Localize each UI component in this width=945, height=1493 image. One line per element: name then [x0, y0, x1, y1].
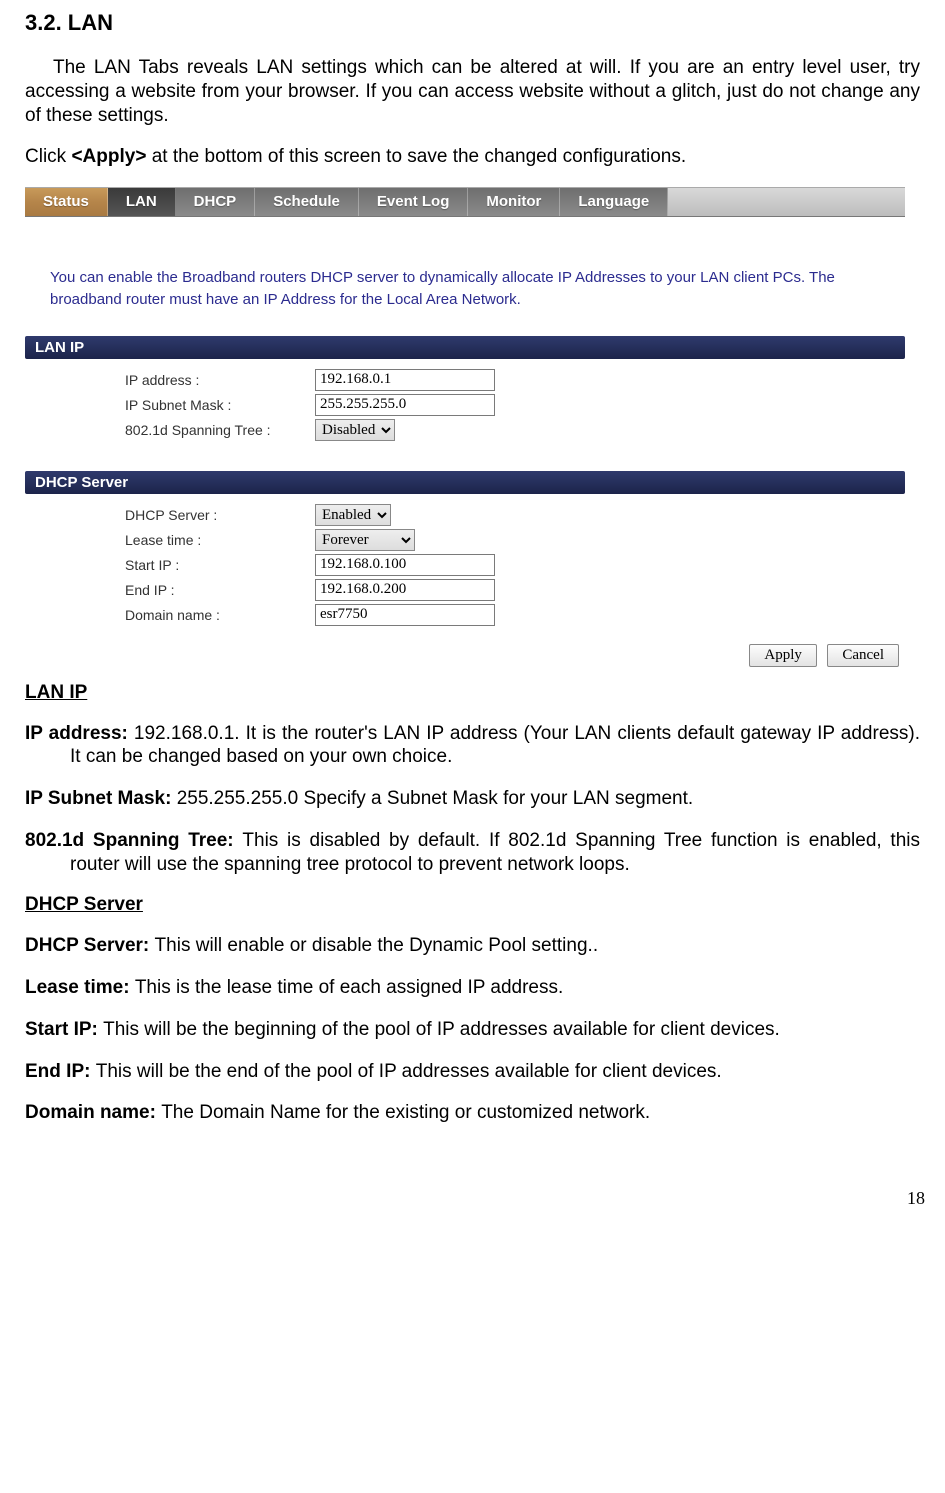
- apply-post: at the bottom of this screen to save the…: [146, 146, 686, 167]
- apply-pre: Click: [25, 146, 71, 167]
- apply-instruction: Click <Apply> at the bottom of this scre…: [25, 145, 920, 169]
- desc-dom-label: Domain name:: [25, 1102, 161, 1123]
- select-spanning-tree[interactable]: Disabled: [315, 419, 395, 441]
- tab-status[interactable]: Status: [25, 188, 108, 216]
- router-screenshot: Status LAN DHCP Schedule Event Log Monit…: [25, 187, 905, 667]
- desc-ip-text: 192.168.0.1. It is the router's LAN IP a…: [70, 723, 920, 768]
- panel-description: You can enable the Broadband routers DHC…: [25, 217, 905, 331]
- label-dhcp-server: DHCP Server :: [125, 507, 315, 523]
- label-domain-name: Domain name :: [125, 607, 315, 623]
- input-start-ip[interactable]: [315, 554, 495, 576]
- row-end-ip: End IP :: [25, 579, 905, 601]
- intro-paragraph: The LAN Tabs reveals LAN settings which …: [25, 56, 920, 127]
- label-end-ip: End IP :: [125, 582, 315, 598]
- row-spanning-tree: 802.1d Spanning Tree : Disabled: [25, 419, 905, 441]
- cancel-button[interactable]: Cancel: [827, 644, 899, 667]
- tab-bar: Status LAN DHCP Schedule Event Log Monit…: [25, 187, 905, 217]
- desc-end-ip: End IP: This will be the end of the pool…: [25, 1060, 920, 1084]
- desc-dhcp-server: DHCP Server: This will enable or disable…: [25, 934, 920, 958]
- input-ip-address[interactable]: [315, 369, 495, 391]
- desc-spanning-tree: 802.1d Spanning Tree: This is disabled b…: [25, 829, 920, 877]
- section-heading: 3.2. LAN: [25, 10, 920, 36]
- apply-bold: <Apply>: [71, 146, 146, 167]
- row-lease-time: Lease time : Forever: [25, 529, 905, 551]
- desc-stp-label: 802.1d Spanning Tree:: [25, 830, 242, 851]
- tab-schedule[interactable]: Schedule: [255, 188, 359, 216]
- input-domain-name[interactable]: [315, 604, 495, 626]
- label-spanning-tree: 802.1d Spanning Tree :: [125, 422, 315, 438]
- tab-language[interactable]: Language: [560, 188, 668, 216]
- select-lease-time[interactable]: Forever: [315, 529, 415, 551]
- select-dhcp-server[interactable]: Enabled: [315, 504, 391, 526]
- label-start-ip: Start IP :: [125, 557, 315, 573]
- desc-lease-time: Lease time: This is the lease time of ea…: [25, 976, 920, 1000]
- label-subnet-mask: IP Subnet Mask :: [125, 397, 315, 413]
- intro-text: The LAN Tabs reveals LAN settings which …: [25, 57, 920, 126]
- desc-mask-text: 255.255.255.0 Specify a Subnet Mask for …: [177, 788, 693, 809]
- row-dhcp-server: DHCP Server : Enabled: [25, 504, 905, 526]
- input-subnet-mask[interactable]: [315, 394, 495, 416]
- tab-monitor[interactable]: Monitor: [468, 188, 560, 216]
- label-ip-address: IP address :: [125, 372, 315, 388]
- desc-lease-label: Lease time:: [25, 977, 135, 998]
- desc-srv-text: This will enable or disable the Dynamic …: [155, 935, 599, 956]
- desc-start-ip: Start IP: This will be the beginning of …: [25, 1018, 920, 1042]
- desc-ip-label: IP address:: [25, 723, 134, 744]
- label-lease-time: Lease time :: [125, 532, 315, 548]
- row-subnet-mask: IP Subnet Mask :: [25, 394, 905, 416]
- tab-eventlog[interactable]: Event Log: [359, 188, 469, 216]
- desc-srv-label: DHCP Server:: [25, 935, 155, 956]
- desc-lease-text: This is the lease time of each assigned …: [135, 977, 563, 998]
- desc-subnet-mask: IP Subnet Mask: 255.255.255.0 Specify a …: [25, 787, 920, 811]
- desc-eip-text: This will be the end of the pool of IP a…: [96, 1061, 722, 1082]
- apply-button[interactable]: Apply: [749, 644, 817, 667]
- tab-dhcp[interactable]: DHCP: [176, 188, 256, 216]
- page-number: 18: [0, 1163, 945, 1209]
- desc-domain-name: Domain name: The Domain Name for the exi…: [25, 1101, 920, 1125]
- button-row: Apply Cancel: [25, 644, 905, 667]
- desc-sip-text: This will be the beginning of the pool o…: [103, 1019, 780, 1040]
- desc-ip-address: IP address: 192.168.0.1. It is the route…: [25, 722, 920, 770]
- desc-dom-text: The Domain Name for the existing or cust…: [161, 1102, 650, 1123]
- row-domain-name: Domain name :: [25, 604, 905, 626]
- desc-eip-label: End IP:: [25, 1061, 96, 1082]
- desc-sip-label: Start IP:: [25, 1019, 103, 1040]
- input-end-ip[interactable]: [315, 579, 495, 601]
- row-ip-address: IP address :: [25, 369, 905, 391]
- panel-header-lanip: LAN IP: [25, 336, 905, 359]
- row-start-ip: Start IP :: [25, 554, 905, 576]
- desc-mask-label: IP Subnet Mask:: [25, 788, 177, 809]
- subheading-dhcp-server: DHCP Server: [25, 894, 920, 916]
- tab-lan[interactable]: LAN: [108, 188, 176, 216]
- panel-header-dhcp: DHCP Server: [25, 471, 905, 494]
- subheading-lan-ip: LAN IP: [25, 682, 920, 704]
